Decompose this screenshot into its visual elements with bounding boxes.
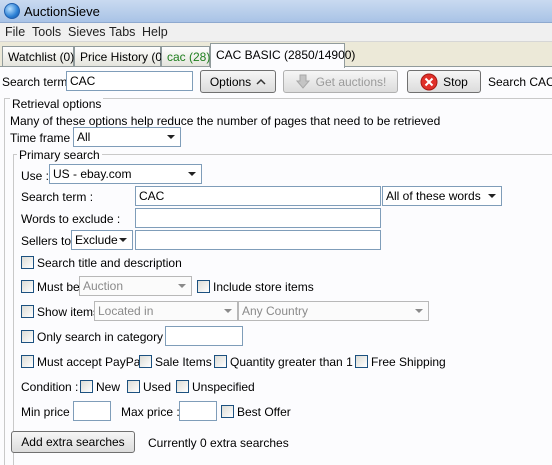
tab-label: Price History (0) bbox=[80, 50, 167, 64]
tab-label: cac (28) bbox=[167, 50, 211, 64]
paypal-checkbox[interactable] bbox=[21, 355, 34, 368]
search-title-desc-checkbox[interactable] bbox=[21, 256, 34, 269]
tab-cac[interactable]: cac (28) bbox=[161, 46, 210, 67]
timeframe-label: Time frame : bbox=[10, 131, 77, 145]
show-items-label: Show items bbox=[37, 305, 100, 319]
retrieval-description: Many of these options help reduce the nu… bbox=[10, 114, 441, 128]
sellers-input[interactable] bbox=[135, 230, 381, 250]
search-term-label: Search term: bbox=[2, 75, 71, 89]
max-price-input[interactable] bbox=[179, 401, 217, 421]
tab-label: CAC BASIC (2850/14900) bbox=[216, 48, 356, 62]
condition-used-label: Used bbox=[143, 380, 172, 394]
only-category-label: Only search in category : bbox=[37, 330, 170, 344]
primary-search-term-input[interactable] bbox=[135, 186, 381, 206]
timeframe-value: All bbox=[77, 130, 91, 144]
words-mode-select[interactable]: All of these words bbox=[382, 186, 502, 206]
title-bar: AuctionSieve bbox=[0, 0, 552, 23]
condition-new-label: New bbox=[96, 380, 121, 394]
tab-watchlist[interactable]: Watchlist (0) bbox=[2, 46, 74, 67]
qty-gt-1-label: Quantity greater than 1 bbox=[230, 355, 353, 369]
download-arrow-icon bbox=[295, 74, 310, 89]
get-auctions-label: Get auctions! bbox=[315, 74, 387, 89]
sellers-mode-select[interactable]: Exclude bbox=[71, 230, 133, 250]
sellers-mode-value: Exclude bbox=[75, 233, 118, 247]
search-input[interactable] bbox=[66, 71, 193, 91]
chevron-down-icon bbox=[224, 309, 232, 313]
menu-bar: File Tools Sieves Tabs Help bbox=[0, 23, 552, 42]
exclude-words-input[interactable] bbox=[135, 208, 381, 228]
tab-cac-basic[interactable]: CAC BASIC (2850/14900) bbox=[210, 43, 355, 68]
menu-file[interactable]: File bbox=[5, 25, 25, 39]
search-status-text: Search CAC - bbox=[488, 75, 552, 89]
chevron-down-icon bbox=[188, 172, 196, 176]
condition-unspecified-checkbox[interactable] bbox=[176, 380, 189, 393]
window-title: AuctionSieve bbox=[24, 4, 100, 19]
tab-strip: Watchlist (0) Price History (0) cac (28)… bbox=[0, 43, 552, 68]
stop-icon bbox=[420, 73, 438, 90]
stop-button[interactable]: Stop bbox=[407, 70, 481, 93]
location-mode-select[interactable]: Located in bbox=[94, 301, 238, 321]
min-price-input[interactable] bbox=[73, 401, 111, 421]
sale-items-checkbox[interactable] bbox=[139, 355, 152, 368]
chevron-down-icon bbox=[119, 238, 127, 242]
condition-label: Condition : bbox=[21, 380, 79, 394]
words-mode-value: All of these words bbox=[386, 189, 481, 203]
qty-gt-1-checkbox[interactable] bbox=[214, 355, 227, 368]
menu-sieves[interactable]: Sieves bbox=[68, 25, 106, 39]
condition-unspecified-label: Unspecified bbox=[192, 380, 255, 394]
must-be-checkbox[interactable] bbox=[21, 280, 34, 293]
best-offer-label: Best Offer bbox=[237, 405, 291, 419]
must-be-label: Must be bbox=[37, 280, 80, 294]
free-shipping-label: Free Shipping bbox=[371, 355, 446, 369]
paypal-label: Must accept PayPal bbox=[37, 355, 144, 369]
timeframe-select[interactable]: All bbox=[73, 127, 181, 147]
category-input[interactable] bbox=[165, 326, 243, 346]
app-icon bbox=[4, 3, 20, 19]
sellers-label: Sellers to bbox=[21, 234, 72, 248]
get-auctions-button[interactable]: Get auctions! bbox=[283, 70, 398, 93]
country-value: Any Country bbox=[242, 304, 309, 318]
sale-items-label: Sale Items bbox=[155, 355, 212, 369]
include-store-label: Include store items bbox=[213, 280, 314, 294]
use-label: Use : bbox=[21, 169, 50, 183]
tab-label: Watchlist (0) bbox=[8, 50, 75, 64]
location-mode-value: Located in bbox=[98, 304, 154, 318]
primary-search-title: Primary search bbox=[17, 148, 102, 162]
only-category-checkbox[interactable] bbox=[21, 330, 34, 343]
must-be-value: Auction bbox=[83, 279, 124, 293]
tab-price-history[interactable]: Price History (0) bbox=[74, 46, 166, 67]
site-select[interactable]: US - ebay.com bbox=[49, 164, 202, 184]
search-title-desc-label: Search title and description bbox=[37, 256, 182, 270]
site-value: US - ebay.com bbox=[53, 167, 132, 181]
menu-tabs[interactable]: Tabs bbox=[109, 25, 135, 39]
retrieval-options-title: Retrieval options bbox=[10, 97, 104, 111]
primary-search-term-label: Search term : bbox=[21, 190, 94, 204]
menu-help[interactable]: Help bbox=[142, 25, 168, 39]
show-items-checkbox[interactable] bbox=[21, 305, 34, 318]
best-offer-checkbox[interactable] bbox=[221, 405, 234, 418]
max-price-label: Max price : bbox=[121, 405, 180, 419]
menu-tools[interactable]: Tools bbox=[32, 25, 61, 39]
condition-new-checkbox[interactable] bbox=[80, 380, 93, 393]
stop-label: Stop bbox=[443, 74, 468, 89]
exclude-label: Words to exclude : bbox=[21, 212, 121, 226]
must-be-select[interactable]: Auction bbox=[79, 276, 192, 296]
add-extra-searches-label: Add extra searches bbox=[21, 435, 125, 449]
min-price-label: Min price : bbox=[21, 405, 77, 419]
country-select[interactable]: Any Country bbox=[238, 301, 429, 321]
chevron-down-icon bbox=[488, 194, 496, 198]
add-extra-searches-button[interactable]: Add extra searches bbox=[11, 431, 135, 453]
include-store-checkbox[interactable] bbox=[197, 280, 210, 293]
options-button[interactable]: Options bbox=[200, 70, 276, 93]
chevron-down-icon bbox=[415, 309, 423, 313]
chevron-down-icon bbox=[167, 135, 175, 139]
condition-used-checkbox[interactable] bbox=[127, 380, 140, 393]
chevron-down-icon bbox=[178, 284, 186, 288]
extra-searches-status: Currently 0 extra searches bbox=[148, 436, 289, 450]
free-shipping-checkbox[interactable] bbox=[355, 355, 368, 368]
options-label: Options bbox=[209, 74, 252, 89]
chevron-up-icon bbox=[256, 78, 266, 85]
